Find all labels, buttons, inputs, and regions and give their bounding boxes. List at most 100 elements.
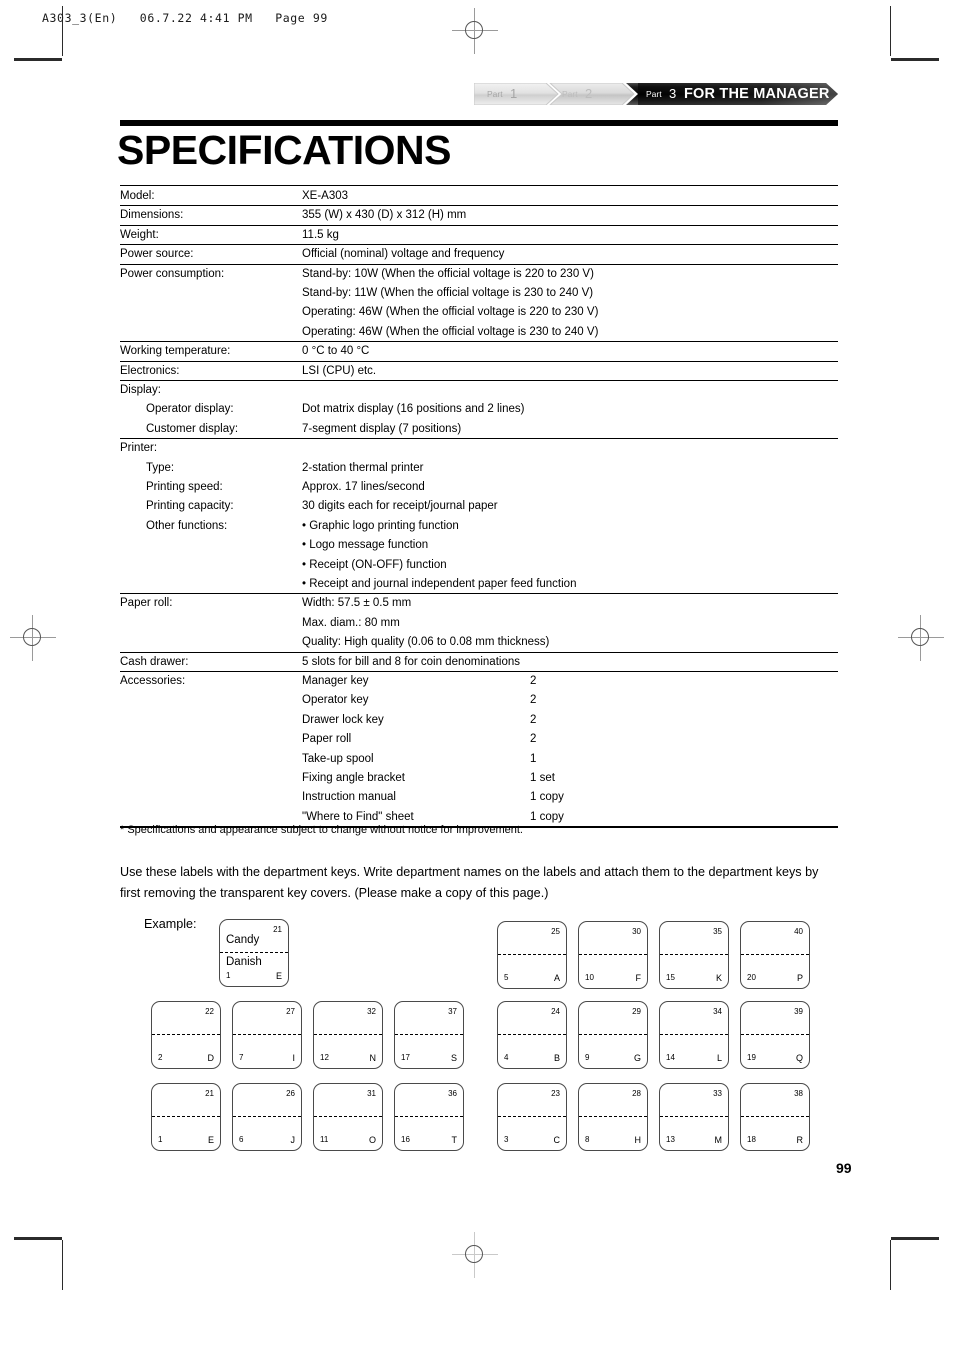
key-label-bottom-letter: K (715, 973, 722, 983)
key-label-top-number: 38 (794, 1089, 803, 1098)
spec-row: Take-up spool 1 (120, 750, 838, 769)
key-label-divider (579, 1116, 647, 1117)
spec-row-label: Display: (120, 384, 161, 396)
key-label-bottom-number: 8 (585, 1135, 590, 1144)
key-label: 40 20 P (740, 921, 810, 989)
spec-row: Cash drawer: 5 slots for bill and 8 for c… (120, 653, 838, 672)
spec-row: Paper roll 2 (120, 730, 838, 749)
spec-row-label: Working temperature: (120, 345, 231, 358)
key-label-divider (314, 1116, 382, 1117)
spec-row-label: Dimensions: (120, 209, 184, 222)
spec-row-value: Official (nominal) voltage and frequency (302, 248, 505, 261)
key-label-top-number: 28 (632, 1089, 641, 1098)
spec-row-label: Accessories: (120, 675, 186, 687)
registration-mark-right (898, 615, 944, 661)
key-label-divider (660, 954, 728, 955)
instructions-paragraph: Use these labels with the department key… (120, 865, 819, 900)
key-label-bottom-letter: R (796, 1135, 804, 1145)
spec-row-value: Instruction manual (302, 791, 396, 804)
key-label: 38 18 R (740, 1083, 810, 1151)
key-label-bottom-number: 11 (320, 1135, 329, 1144)
spec-row: Max. diam.: 80 mm (120, 614, 838, 633)
spec-row-value: Take-up spool (302, 752, 374, 765)
key-label-top-number: 37 (448, 1007, 457, 1016)
spec-row-value: 5 slots for bill and 8 for coin denomina… (302, 655, 520, 668)
spec-row-value: 7-segment display (7 positions) (302, 422, 462, 435)
key-label: 33 13 M (659, 1083, 729, 1151)
spec-row: Working temperature: 0 °C to 40 °C (120, 342, 838, 361)
key-label-bottom-number: 6 (239, 1135, 244, 1144)
key-label-bottom-number: 19 (747, 1053, 756, 1062)
key-label: 31 11 O (313, 1083, 383, 1151)
spec-row-value: Operating: 46W (When the official voltag… (302, 306, 599, 319)
spec-row: Power source: Official (nominal) voltage … (120, 245, 838, 264)
key-label-divider (233, 1034, 301, 1035)
key-label-top-number: 21 (205, 1089, 214, 1098)
spec-row-quantity: 1 (530, 752, 537, 765)
spec-row-label: Printer: (120, 442, 158, 455)
spec-row-value: Paper roll (302, 733, 352, 746)
key-label-bottom-number: 2 (158, 1053, 163, 1062)
key-label-bottom-number: 7 (239, 1053, 244, 1062)
spec-row: Instruction manual 1 copy (120, 788, 838, 807)
key-label-bottom-letter: C (553, 1135, 561, 1145)
spec-row-quantity: 1 copy (530, 810, 564, 823)
spec-row-value: 30 digits each for receipt/journal paper (302, 500, 498, 513)
spec-row: Printing speed: Approx. 17 lines/second (120, 478, 838, 497)
spec-row-quantity: 2 (530, 713, 537, 726)
crop-mark-bottom-right-vertical (890, 1240, 891, 1290)
crop-mark-top-right-horizontal (891, 58, 939, 61)
key-label-bottom-number: 20 (747, 973, 756, 982)
spec-row-value: Operator key (302, 694, 369, 707)
key-label: 32 12 N (313, 1001, 383, 1069)
footnote: * Specifications and appearance subject … (120, 824, 523, 836)
part2-prefix: Part (562, 89, 578, 99)
key-label-top-number: 30 (632, 927, 641, 936)
spec-row: Type: 2-station thermal printer (120, 459, 838, 478)
key-label-bottom-letter: E (207, 1135, 214, 1145)
spec-row-value: • Logo message function (302, 539, 429, 552)
spec-row-value: Max. diam.: 80 mm (302, 616, 400, 629)
spec-row-label: Other functions: (146, 519, 228, 532)
crop-mark-bottom-left-vertical (62, 1240, 63, 1290)
spec-row-label: Paper roll: (120, 597, 173, 610)
spec-row: Electronics: LSI (CPU) etc. (120, 362, 838, 381)
key-label-bottom-letter: D (207, 1053, 215, 1063)
key-label: 28 8 H (578, 1083, 648, 1151)
part1-number: 1 (510, 86, 518, 101)
key-label-divider (579, 954, 647, 955)
key-label-bottom-number: 9 (585, 1053, 590, 1062)
example-label: Example: (144, 917, 197, 931)
spec-row-value: Dot matrix display (16 positions and 2 l… (302, 403, 525, 416)
spec-row-value: Stand-by: 10W (When the official voltage… (302, 267, 594, 280)
page-title: SPECIFICATIONS (117, 127, 451, 173)
key-label-divider (395, 1034, 463, 1035)
spec-divider (120, 185, 838, 186)
key-label-divider (498, 954, 566, 955)
key-label-divider (314, 1034, 382, 1035)
key-label-bottom-letter: I (292, 1053, 295, 1063)
example-key-word-top: Candy (226, 934, 260, 946)
spec-row-value: XE-A303 (302, 190, 349, 202)
key-label-bottom-letter: G (633, 1053, 641, 1063)
spec-row-label: Model: (120, 190, 155, 202)
crop-mark-bottom-left-horizontal (14, 1237, 62, 1240)
spec-row: • Receipt (ON-OFF) function (120, 556, 838, 575)
key-label-divider (498, 1034, 566, 1035)
key-label-divider (395, 1116, 463, 1117)
registration-mark-left (10, 615, 56, 661)
spec-row-value: • Receipt and journal independent paper … (302, 578, 577, 590)
key-label: 25 5 A (497, 921, 567, 989)
key-label-divider (660, 1034, 728, 1035)
example-key-divider (220, 952, 288, 953)
spec-row-quantity: 2 (530, 733, 537, 746)
spec-row-label: Cash drawer: (120, 655, 189, 668)
spec-row-value: 355 (W) x 430 (D) x 312 (H) mm (302, 209, 467, 222)
spec-row-value: 2-station thermal printer (302, 461, 424, 474)
key-label: 37 17 S (394, 1001, 464, 1069)
spec-row: Printing capacity: 30 digits each for rec… (120, 497, 838, 516)
spec-row-quantity: 1 set (530, 772, 555, 784)
part1-prefix: Part (487, 89, 503, 99)
key-label-bottom-number: 17 (401, 1053, 410, 1062)
key-label-bottom-number: 18 (747, 1135, 756, 1144)
